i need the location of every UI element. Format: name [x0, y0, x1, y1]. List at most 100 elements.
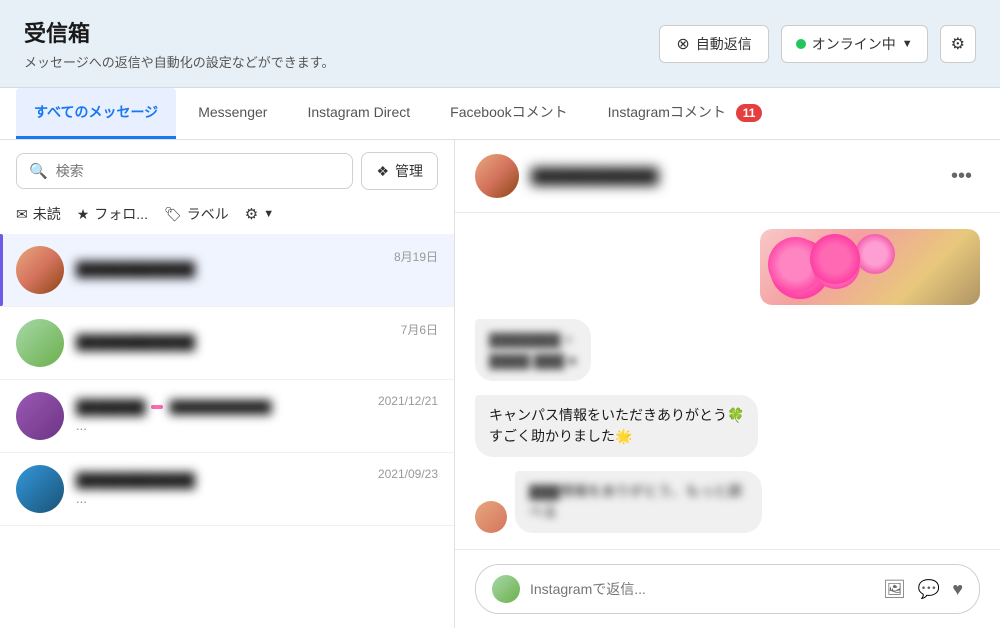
tab-messenger-label: Messenger — [198, 104, 267, 120]
search-input[interactable] — [56, 163, 341, 179]
like-button[interactable]: ♥ — [952, 579, 963, 600]
filter-follow-label: フォロ... — [94, 204, 148, 224]
avatar — [16, 246, 64, 294]
message-time: 2021/12/21 — [378, 394, 438, 408]
star-icon: ★ — [77, 206, 90, 223]
more-options-button[interactable]: ••• — [943, 161, 980, 192]
message-content: ████████████ — [76, 261, 438, 280]
received-message-2: キャンパス情報をいただきありがとう🍀 すごく助かりました🌟 — [475, 395, 758, 457]
online-dot-icon — [796, 39, 806, 49]
tab-facebook-comment-label: Facebookコメント — [450, 104, 567, 120]
list-item[interactable]: ████████████ 8月19日 — [0, 234, 454, 307]
filter-more[interactable]: ⚙ ▼ — [245, 205, 274, 223]
filter-unread-label: 未読 — [33, 204, 61, 224]
message-list: ████████████ 8月19日 ████████████ — [0, 234, 454, 628]
message-name: ████████████ — [76, 261, 438, 277]
auto-reply-icon: ⊗ — [676, 34, 689, 54]
sender-avatar — [475, 501, 507, 533]
list-item[interactable]: ████████████ ... 2021/09/23 — [0, 453, 454, 526]
emoji-icon: 💬 — [918, 579, 940, 599]
chevron-filter-icon: ▼ — [263, 208, 274, 220]
reply-input-row: 🖼 💬 ♥ — [475, 564, 980, 614]
bubble1-line1: ▓▓▓▓▓▓▓ + — [489, 329, 577, 350]
blurred-name: ████████████ — [76, 472, 195, 488]
right-panel: ████████████ ••• tsunamama — [455, 140, 1000, 628]
blurred-chat-name: ████████████ — [531, 168, 659, 185]
chat-header: ████████████ ••• — [455, 140, 1000, 213]
received-message-3: ▓▓▓情報をありがとう、もっと調べる — [515, 471, 762, 533]
chat-messages: tsunamama ▓▓▓▓▓▓▓ + ▓▓▓▓ ▓▓▓ ● キャンパス情報をい… — [455, 213, 1000, 549]
list-item[interactable]: ███████ ████████████ ... 2021/12/21 — [0, 380, 454, 453]
header-left: 受信箱 メッセージへの返信や自動化の設定などができます。 — [24, 16, 334, 71]
emoji-button[interactable]: 💬 — [918, 579, 940, 600]
active-indicator — [0, 234, 3, 306]
tab-instagram-comment[interactable]: Instagramコメント 11 — [590, 88, 781, 139]
image-attach-button[interactable]: 🖼 — [883, 579, 906, 600]
search-icon: 🔍 — [29, 162, 48, 180]
chat-avatar — [475, 154, 519, 198]
flowers-image: tsunamama — [760, 229, 980, 305]
bubble3-text: ▓▓▓情報をありがとう、もっと調べる — [529, 483, 742, 520]
page-title: 受信箱 — [24, 16, 334, 48]
blurred-name: ███████ — [76, 399, 145, 415]
gear-icon: ⚙ — [951, 36, 965, 53]
reply-box: 🖼 💬 ♥ — [455, 549, 1000, 628]
search-box[interactable]: 🔍 — [16, 153, 353, 189]
blurred-name: ████████████ — [76, 261, 195, 277]
avatar — [16, 319, 64, 367]
chat-user-info: ████████████ — [475, 154, 659, 198]
received-message: ▓▓▓▓▓▓▓ + ▓▓▓▓ ▓▓▓ ● — [475, 319, 591, 381]
message-time: 2021/09/23 — [378, 467, 438, 481]
tab-instagram-direct-label: Instagram Direct — [307, 104, 410, 120]
tab-facebook-comment[interactable]: Facebookコメント — [432, 88, 585, 139]
blurred-extra: ████████████ — [169, 400, 271, 414]
avatar — [16, 392, 64, 440]
more-icon: ••• — [951, 165, 972, 187]
filter-label-label: ラベル — [187, 204, 229, 224]
chat-username: ████████████ — [531, 168, 659, 185]
filter-unread[interactable]: ✉ 未読 — [16, 204, 61, 224]
tab-bar: すべてのメッセージ Messenger Instagram Direct Fac… — [0, 88, 1000, 140]
message-preview: ... — [76, 491, 438, 506]
tab-all-messages-label: すべてのメッセージ — [34, 104, 158, 120]
list-item[interactable]: ████████████ 7月6日 — [0, 307, 454, 380]
online-label: オンライン中 — [812, 34, 896, 54]
message-with-avatar: ▓▓▓情報をありがとう、もっと調べる — [475, 471, 784, 533]
bubble2-line1: キャンパス情報をいただきありがとう🍀 — [489, 405, 744, 426]
tab-all-messages[interactable]: すべてのメッセージ — [16, 88, 176, 139]
tab-instagram-direct[interactable]: Instagram Direct — [289, 90, 428, 137]
auto-reply-label: 自動返信 — [696, 34, 752, 54]
auto-reply-button[interactable]: ⊗ 自動返信 — [659, 25, 768, 63]
tab-instagram-comment-label: Instagramコメント — [608, 104, 726, 120]
filter-label[interactable]: 🏷 ラベル — [164, 204, 229, 224]
label-tag — [151, 405, 163, 409]
filter-row: ✉ 未読 ★ フォロ... 🏷 ラベル ⚙ ▼ — [0, 198, 454, 234]
message-time: 7月6日 — [401, 321, 438, 338]
filter-follow[interactable]: ★ フォロ... — [77, 204, 148, 224]
reply-icons: 🖼 💬 ♥ — [883, 579, 963, 600]
manage-label: 管理 — [395, 161, 423, 181]
heart-icon: ♥ — [952, 579, 963, 599]
manage-icon: ❖ — [376, 163, 389, 180]
online-status-button[interactable]: オンライン中 ▼ — [781, 25, 928, 63]
left-panel: 🔍 ❖ 管理 ✉ 未読 ★ フォロ... 🏷 — [0, 140, 455, 628]
tag-icon: 🏷 — [164, 206, 182, 223]
settings-button[interactable]: ⚙ — [940, 25, 976, 63]
blurred-name: ████████████ — [76, 334, 195, 350]
message-name: ████████████ — [76, 334, 438, 350]
tab-messenger[interactable]: Messenger — [180, 90, 285, 137]
main-content: 🔍 ❖ 管理 ✉ 未読 ★ フォロ... 🏷 — [0, 140, 1000, 628]
reply-input[interactable] — [530, 581, 873, 597]
bubble2-line2: すごく助かりました🌟 — [489, 426, 744, 447]
search-manage-bar: 🔍 ❖ 管理 — [0, 140, 454, 198]
manage-button[interactable]: ❖ 管理 — [361, 152, 438, 190]
message-preview: ... — [76, 418, 438, 433]
filter-more-icon: ⚙ — [245, 205, 258, 223]
image-icon: 🖼 — [883, 579, 906, 599]
image-message: tsunamama — [760, 229, 980, 305]
instagram-comment-badge: 11 — [736, 104, 763, 122]
message-content: ████████████ — [76, 334, 438, 353]
envelope-icon: ✉ — [16, 206, 28, 223]
avatar — [16, 465, 64, 513]
message-time: 8月19日 — [394, 248, 438, 265]
